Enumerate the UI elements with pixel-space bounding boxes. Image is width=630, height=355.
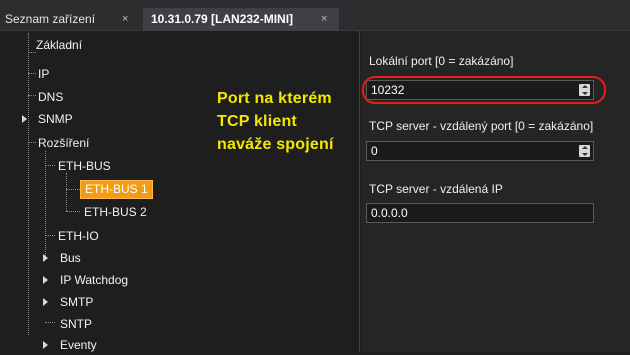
tree-line	[28, 33, 29, 335]
tree-item-label: ETH-BUS	[58, 159, 111, 173]
expand-arrow-icon[interactable]	[43, 276, 48, 284]
tree-item-eth-bus-1[interactable]: ETH-BUS 1	[80, 179, 153, 199]
tree-item-label: Základní	[36, 38, 83, 52]
tab-device-list[interactable]: Seznam zařízení ×	[0, 8, 143, 31]
remote-port-input[interactable]: 0	[366, 141, 594, 161]
tree-item-smtp[interactable]: SMTP	[43, 292, 93, 312]
tree-line	[66, 189, 80, 190]
tree-line	[45, 165, 55, 166]
spinner-icon[interactable]	[579, 145, 590, 157]
tree-item-label: SMTP	[60, 295, 94, 309]
expand-arrow-icon[interactable]	[43, 341, 48, 349]
tree-item-dns[interactable]: DNS	[38, 87, 63, 107]
tree-item-label: SNTP	[60, 317, 93, 331]
tree-line	[66, 211, 80, 212]
tab-device-config[interactable]: 10.31.0.79 [LAN232-MINI] ×	[143, 8, 339, 31]
tree-item-label: IP	[38, 67, 50, 81]
tree-item-label: SNMP	[38, 112, 73, 126]
annotation-line: Port na kterém	[217, 90, 332, 107]
tree-item-label: Bus	[60, 251, 81, 265]
remote-port-label: TCP server - vzdálený port [0 = zakázáno…	[369, 119, 594, 133]
tree-item-label: Rozšíření	[38, 136, 90, 150]
tree-item-ip-watchdog[interactable]: IP Watchdog	[43, 270, 128, 290]
tab-device-list-close-icon[interactable]: ×	[122, 8, 128, 30]
tree-item-eth-io[interactable]: ETH-IO	[58, 226, 99, 246]
tree-item-rozsireni[interactable]: Rozšíření	[38, 133, 89, 153]
remote-ip-value: 0.0.0.0	[371, 206, 408, 220]
local-port-label: Lokální port [0 = zakázáno]	[369, 54, 514, 68]
tree-item-label: IP Watchdog	[60, 273, 129, 287]
settings-form: Lokální port [0 = zakázáno] 10232 TCP se…	[361, 31, 630, 352]
highlight-ring	[362, 76, 606, 104]
expand-arrow-icon[interactable]	[43, 298, 48, 306]
tree-item-label: ETH-BUS 1	[80, 180, 153, 199]
tree-item-zakladni[interactable]: Základní	[36, 35, 82, 55]
tree-item-snmp[interactable]: SNMP	[22, 109, 73, 129]
tree-line	[28, 73, 36, 74]
tree-line	[45, 235, 55, 236]
tree-line	[28, 95, 36, 96]
tree-line	[28, 52, 36, 53]
tab-device-config-label: 10.31.0.79 [LAN232-MINI]	[151, 12, 294, 26]
tree-line	[28, 142, 36, 143]
tree-line	[66, 173, 67, 211]
expand-arrow-icon[interactable]	[43, 254, 48, 262]
tab-bar: Seznam zařízení × 10.31.0.79 [LAN232-MIN…	[0, 0, 630, 31]
tree-item-sntp[interactable]: SNTP	[60, 314, 92, 334]
remote-ip-input[interactable]: 0.0.0.0	[366, 203, 594, 223]
tree-item-ip[interactable]: IP	[38, 64, 49, 84]
remote-port-value: 0	[371, 144, 378, 158]
tree-item-eth-bus-2[interactable]: ETH-BUS 2	[84, 202, 147, 222]
tree-item-label: ETH-BUS 2	[84, 205, 147, 219]
tree-item-bus[interactable]: Bus	[43, 248, 81, 268]
tree-item-label: ETH-IO	[58, 229, 99, 243]
expand-arrow-icon[interactable]	[22, 115, 27, 123]
annotation-line: TCP klient	[217, 113, 297, 130]
annotation-line: naváže spojení	[217, 136, 334, 153]
settings-tree: Základní IP DNS SNMP Rozšíření ETH-BUS E…	[0, 31, 360, 352]
annotation-callout: Port na kterém TCP klient naváže spojení	[217, 87, 365, 156]
tree-item-eventy[interactable]: Eventy	[43, 335, 97, 355]
remote-ip-label: TCP server - vzdálená IP	[369, 182, 503, 196]
tree-line	[45, 322, 55, 323]
tree-item-eth-bus[interactable]: ETH-BUS	[58, 156, 111, 176]
tab-device-list-label: Seznam zařízení	[5, 12, 96, 26]
tree-item-label: Eventy	[60, 338, 97, 352]
tab-device-config-close-icon[interactable]: ×	[321, 8, 327, 30]
tree-line	[45, 151, 46, 258]
tree-item-label: DNS	[38, 90, 64, 104]
